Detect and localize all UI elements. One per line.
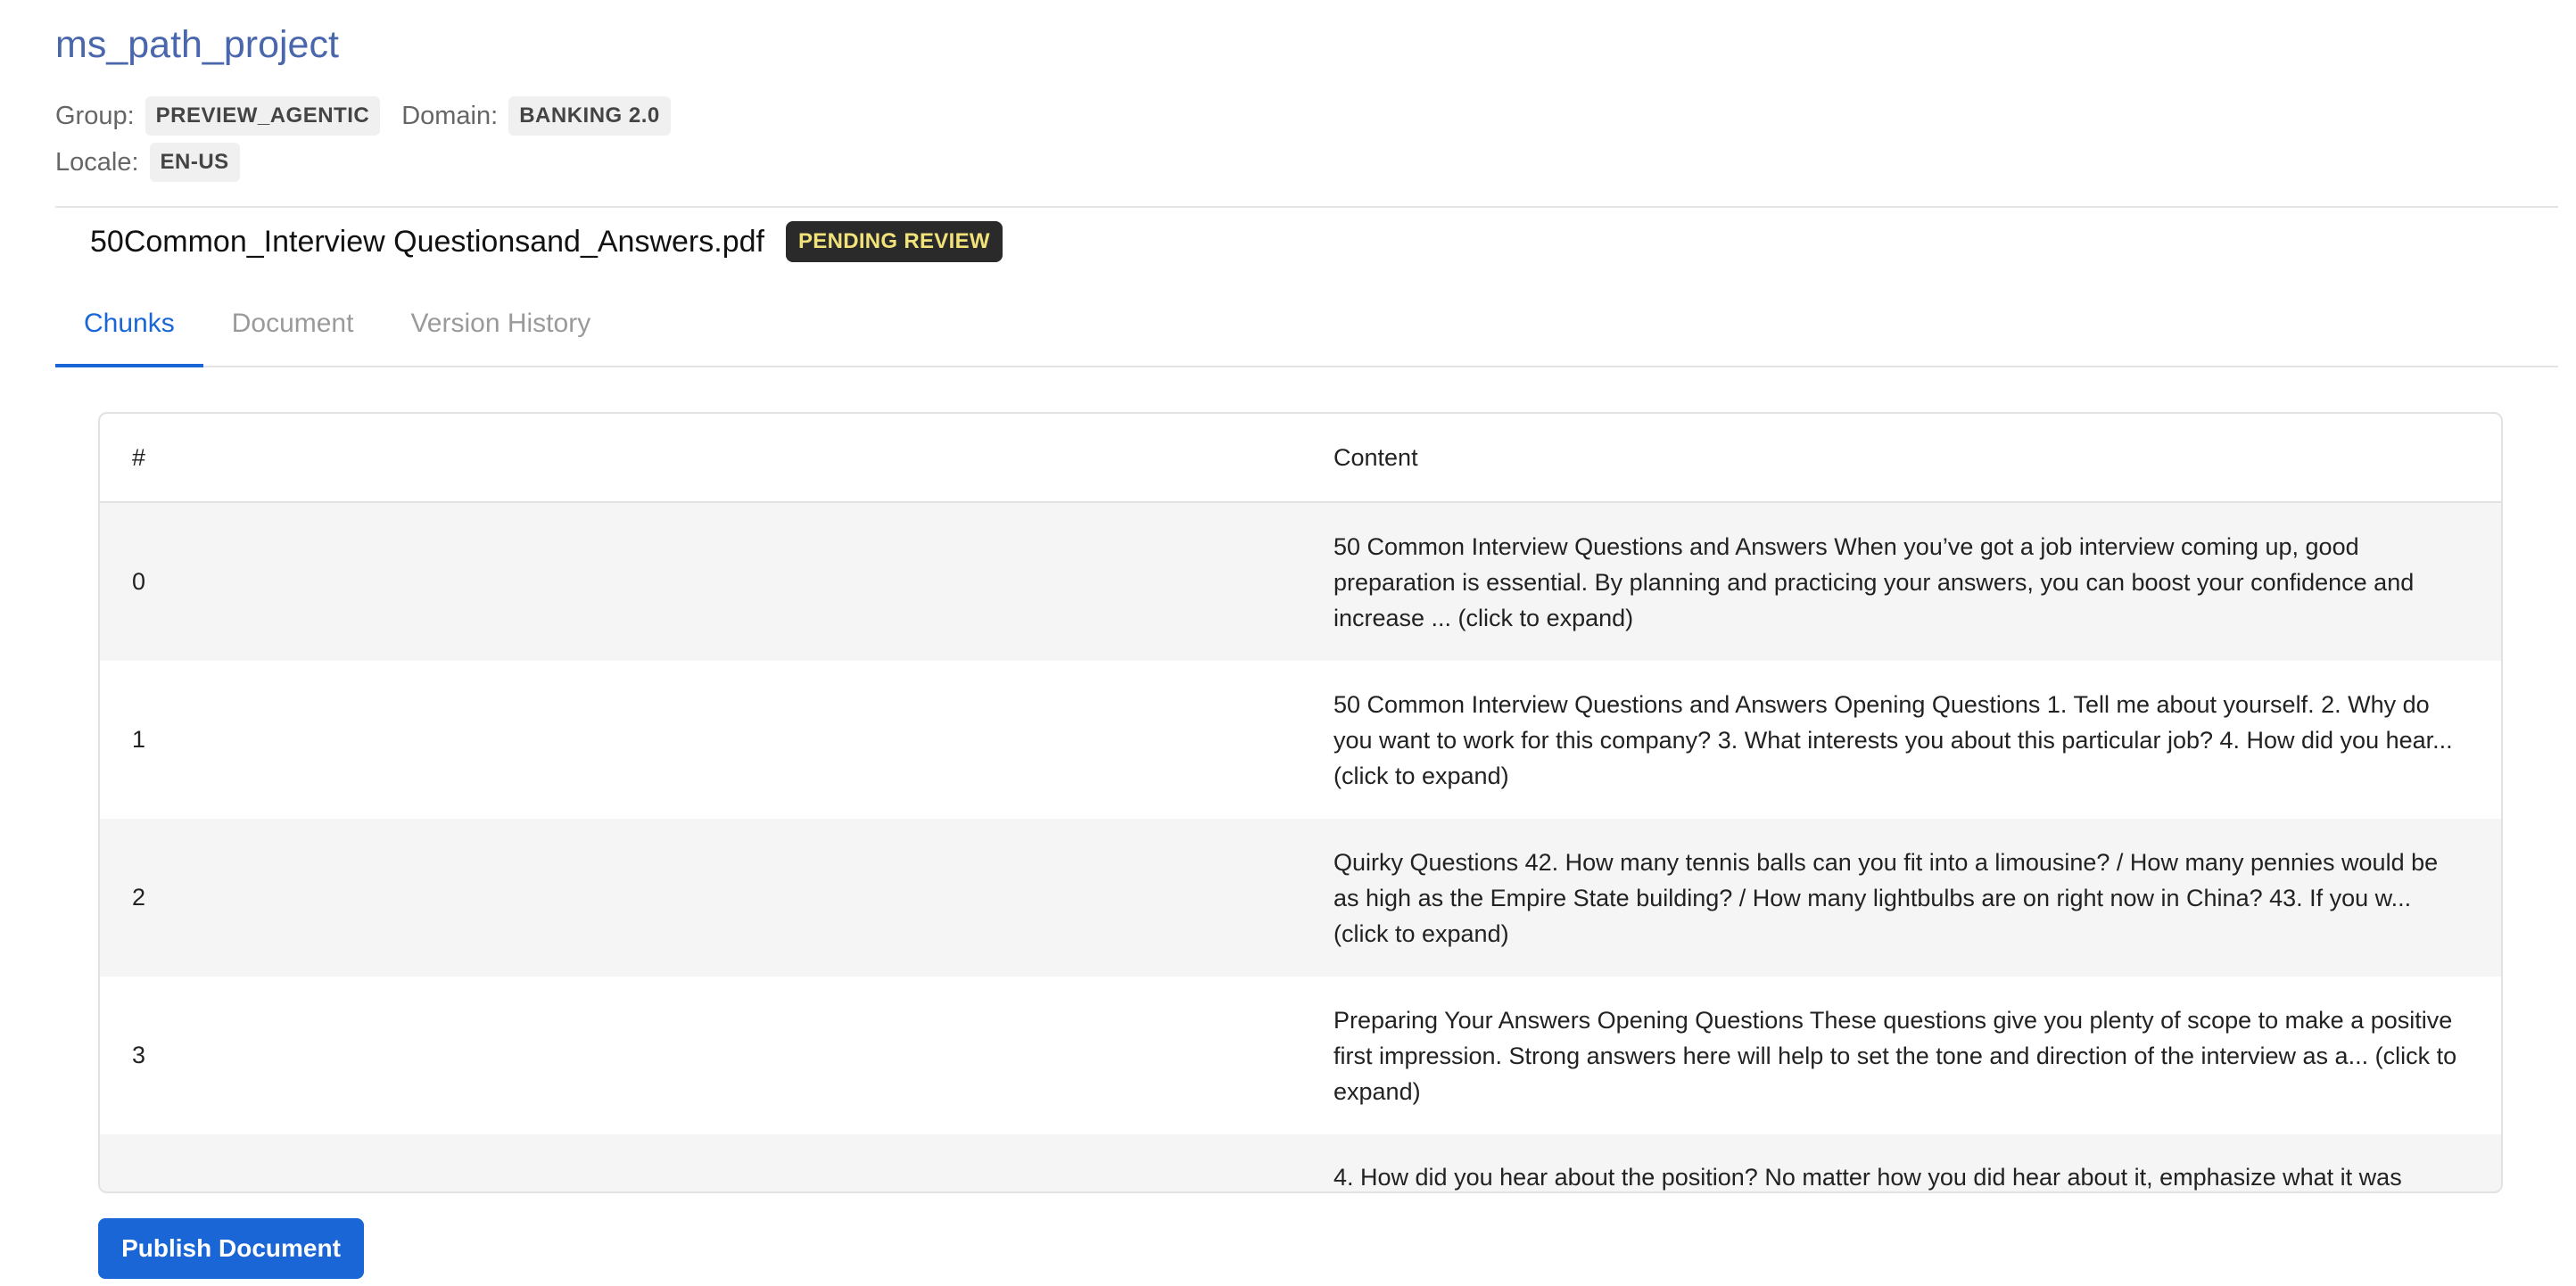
status-badge: PENDING REVIEW bbox=[785, 221, 1003, 262]
group-label: Group: bbox=[55, 101, 135, 130]
table-row[interactable]: 4. How did you hear about the position? … bbox=[100, 1134, 2501, 1191]
document-header: 50Common_Interview Questionsand_Answers.… bbox=[90, 221, 1003, 262]
header-divider bbox=[55, 206, 2558, 208]
header-number: # bbox=[132, 443, 146, 471]
chunk-content[interactable]: Quirky Questions 42. How many tennis bal… bbox=[1333, 845, 2501, 952]
domain-tag: BANKING 2.0 bbox=[508, 96, 671, 136]
meta-row-group-domain: Group: PREVIEW_AGENTIC Domain: BANKING 2… bbox=[55, 96, 692, 136]
project-title: ms_path_project bbox=[55, 23, 339, 66]
chunk-content[interactable]: 4. How did you hear about the position? … bbox=[1333, 1159, 2501, 1191]
chunk-content[interactable]: 50 Common Interview Questions and Answer… bbox=[1333, 529, 2501, 636]
chunk-content[interactable]: 50 Common Interview Questions and Answer… bbox=[1333, 687, 2501, 794]
header-content: Content bbox=[1333, 443, 1418, 471]
tab-version-history[interactable]: Version History bbox=[382, 293, 619, 366]
table-row[interactable]: 0 50 Common Interview Questions and Answ… bbox=[100, 503, 2501, 661]
chunks-table[interactable]: # Content 0 50 Common Interview Question… bbox=[98, 412, 2503, 1193]
document-filename: 50Common_Interview Questionsand_Answers.… bbox=[90, 224, 764, 259]
locale-label: Locale: bbox=[55, 147, 139, 177]
chunk-content[interactable]: Preparing Your Answers Opening Questions… bbox=[1333, 1002, 2501, 1109]
tab-document[interactable]: Document bbox=[203, 293, 383, 366]
locale-tag: EN-US bbox=[149, 143, 240, 182]
domain-label: Domain: bbox=[401, 101, 499, 130]
page: ms_path_project Group: PREVIEW_AGENTIC D… bbox=[0, 0, 2576, 1286]
table-row[interactable]: 3 Preparing Your Answers Opening Questio… bbox=[100, 977, 2501, 1134]
table-row[interactable]: 2 Quirky Questions 42. How many tennis b… bbox=[100, 819, 2501, 977]
chunk-number: 0 bbox=[132, 568, 146, 595]
chunk-number: 2 bbox=[132, 884, 146, 911]
meta-row-locale: Locale: EN-US bbox=[55, 143, 261, 182]
tab-chunks[interactable]: Chunks bbox=[55, 293, 203, 367]
publish-document-button[interactable]: Publish Document bbox=[98, 1218, 364, 1279]
table-header: # Content bbox=[100, 414, 2501, 503]
chunk-number: 1 bbox=[132, 726, 146, 753]
chunk-number: 3 bbox=[132, 1042, 146, 1068]
tab-bar: Chunks Document Version History bbox=[55, 294, 2558, 367]
table-row[interactable]: 1 50 Common Interview Questions and Answ… bbox=[100, 661, 2501, 819]
group-tag: PREVIEW_AGENTIC bbox=[144, 96, 381, 136]
